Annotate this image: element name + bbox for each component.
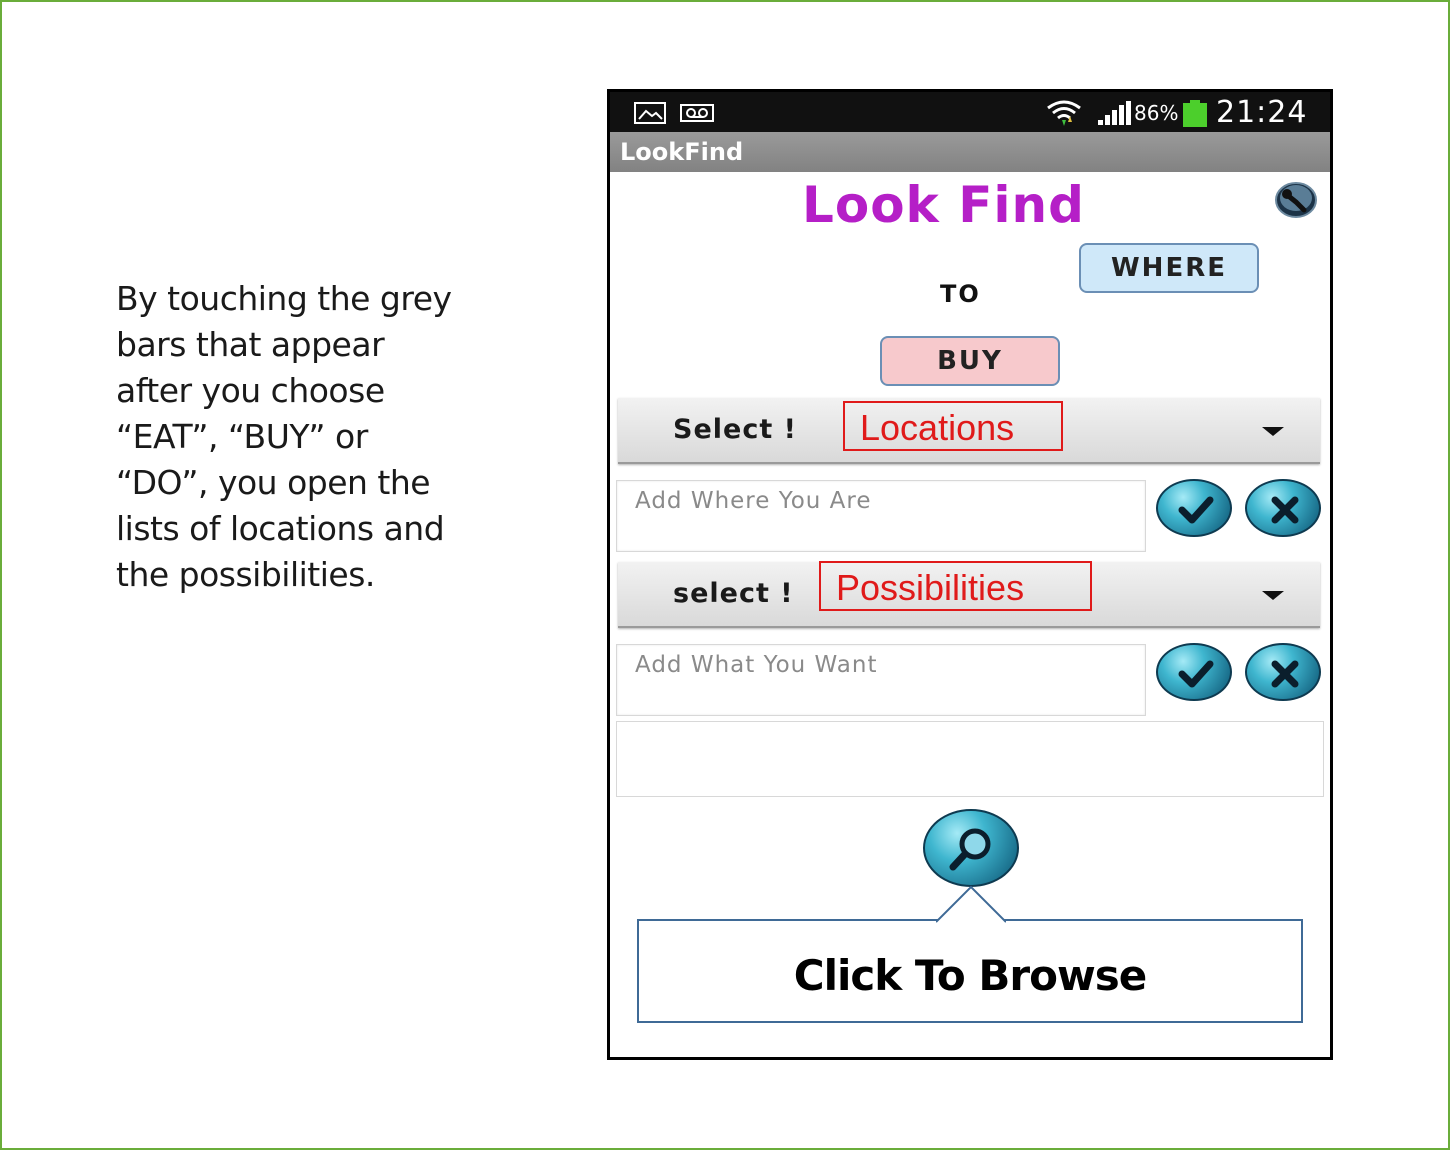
dropdown-arrow-icon [1262, 427, 1284, 436]
where-bubble[interactable]: WHERE [1079, 243, 1259, 293]
browse-callout-label: Click To Browse [793, 951, 1147, 1000]
caption-line: after you choose [116, 371, 385, 410]
app-title-bar: LookFind [610, 132, 1330, 172]
close-icon [1271, 660, 1299, 688]
settings-wrench-icon[interactable] [1274, 180, 1318, 220]
phone-screenshot: 86% 21:24 LookFind Look Find WHERE TO BU… [607, 89, 1333, 1060]
look-find-logo: Look Find [802, 176, 1085, 234]
buy-bubble[interactable]: BUY [880, 336, 1060, 386]
callout-tail [936, 885, 1006, 923]
checkmark-icon [1178, 496, 1214, 524]
wifi-icon [1047, 100, 1081, 126]
where-input[interactable] [633, 487, 1137, 515]
dropdown-arrow-icon [1262, 591, 1284, 600]
battery-percent: 86% [1134, 101, 1179, 125]
caption-line: bars that appear [116, 325, 385, 364]
confirm-where-button[interactable] [1156, 479, 1232, 537]
app-title: LookFind [620, 138, 744, 166]
spinner-label: select ! [673, 578, 794, 609]
magnifier-icon [949, 828, 991, 871]
checkmark-icon [1178, 660, 1214, 688]
to-label: TO [940, 280, 981, 308]
caption-line: “DO”, you open the [116, 463, 431, 502]
caption-text: By touching the grey bars that appear af… [116, 276, 476, 598]
clock: 21:24 [1216, 95, 1308, 130]
image-icon [634, 102, 666, 124]
battery-icon [1183, 100, 1207, 127]
close-icon [1271, 496, 1299, 524]
what-input-field[interactable] [616, 644, 1146, 716]
voicemail-icon [680, 104, 714, 122]
browse-search-button[interactable] [923, 809, 1019, 887]
clear-what-button[interactable] [1245, 643, 1321, 701]
browse-callout: Click To Browse [637, 919, 1303, 1023]
results-field[interactable] [616, 721, 1324, 797]
confirm-what-button[interactable] [1156, 643, 1232, 701]
possibilities-callout: Possibilities [819, 561, 1092, 611]
clear-where-button[interactable] [1245, 479, 1321, 537]
status-bar: 86% 21:24 [610, 92, 1330, 132]
caption-line: the possibilities. [116, 555, 375, 594]
caption-line: lists of locations and [116, 509, 445, 548]
what-input[interactable] [633, 651, 1137, 679]
locations-callout: Locations [843, 401, 1063, 451]
caption-line: “EAT”, “BUY” or [116, 417, 368, 456]
caption-line: By touching the grey [116, 279, 452, 318]
spinner-label: Select ! [673, 414, 797, 445]
signal-icon [1098, 101, 1131, 125]
where-input-field[interactable] [616, 480, 1146, 552]
